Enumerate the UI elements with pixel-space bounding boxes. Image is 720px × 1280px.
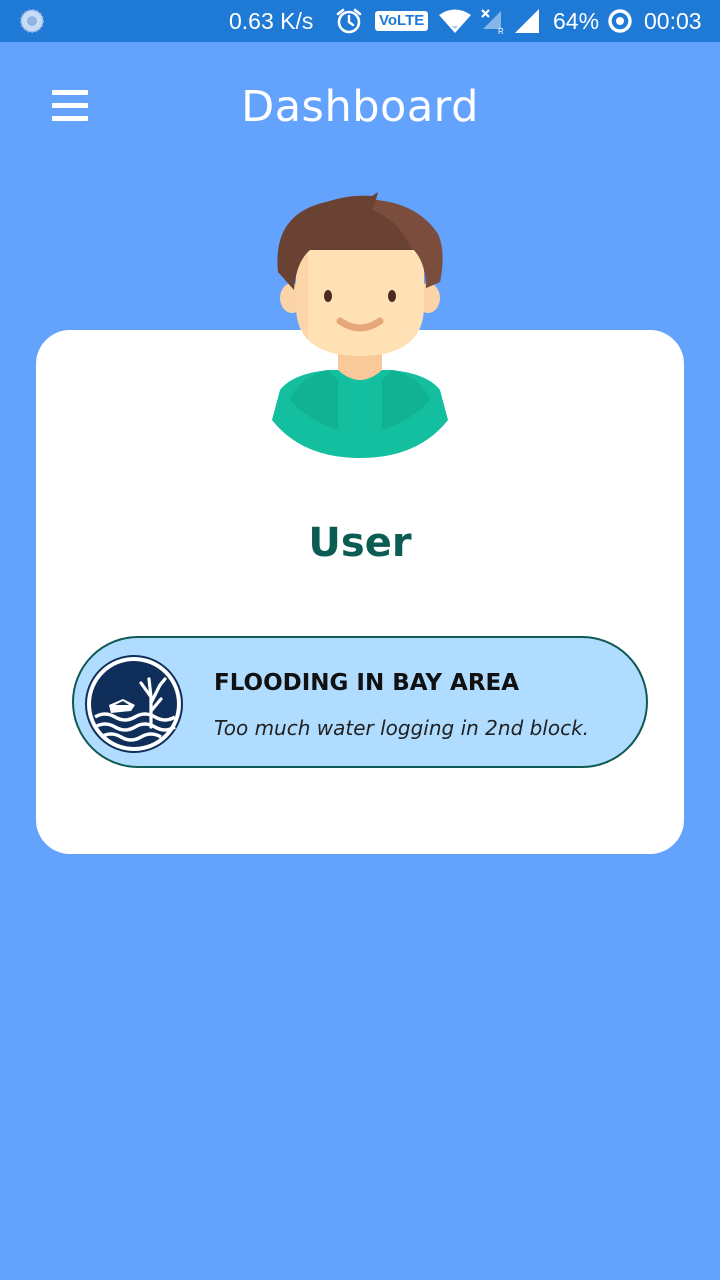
page-title: Dashboard	[241, 82, 479, 132]
app-notification-icon	[18, 0, 46, 42]
report-description: Too much water logging in 2nd block.	[214, 716, 590, 740]
status-bar: 0.63 K/s VoLTE R 64% 00:03	[0, 0, 720, 42]
battery-percent: 64%	[553, 7, 600, 34]
user-name: User	[308, 520, 412, 566]
flood-icon	[85, 655, 183, 753]
volte-label: VoLTE	[375, 11, 429, 31]
report-title: FLOODING IN BAY AREA	[214, 670, 520, 696]
clock-time: 00:03	[644, 7, 702, 34]
svg-text:R: R	[498, 27, 504, 35]
no-signal-sim-icon: R	[479, 0, 507, 42]
volte-icon: VoLTE	[375, 0, 429, 42]
user-avatar-icon	[268, 190, 452, 460]
report-item[interactable]: FLOODING IN BAY AREA Too much water logg…	[72, 636, 648, 768]
network-speed: 0.63 K/s	[229, 7, 314, 34]
wifi-icon	[438, 0, 472, 42]
app-bar: Dashboard	[0, 42, 720, 172]
cellular-signal-icon	[513, 0, 541, 42]
battery-ring-icon	[607, 0, 633, 42]
alarm-icon	[335, 0, 363, 42]
